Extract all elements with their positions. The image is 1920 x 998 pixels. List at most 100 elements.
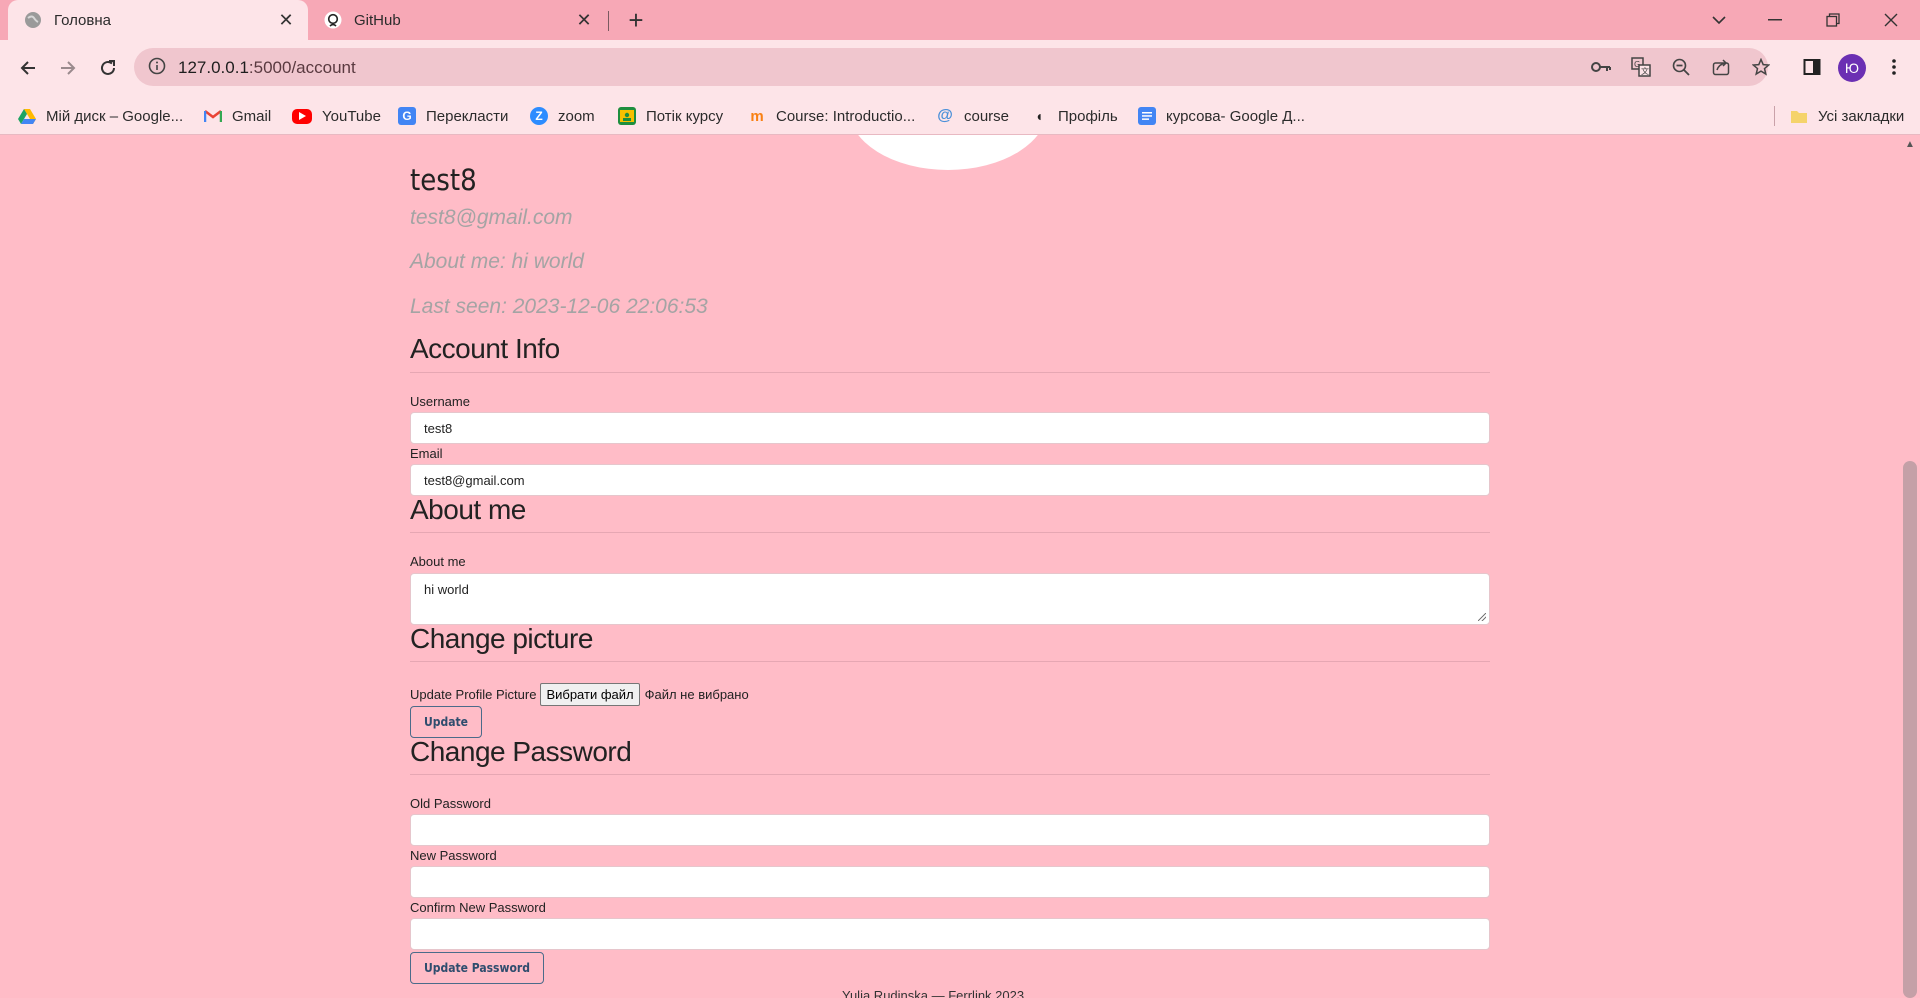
forward-arrow-icon[interactable] xyxy=(52,52,84,84)
about-me-heading: About me xyxy=(410,494,526,525)
info-icon[interactable] xyxy=(148,57,166,75)
menu-dots-icon[interactable] xyxy=(1880,53,1908,81)
profile-icon: ◖ xyxy=(1034,108,1044,124)
reload-icon[interactable] xyxy=(92,52,124,84)
gmail-icon xyxy=(204,107,222,125)
bookmark-moodle[interactable]: m Course: Introductio... xyxy=(748,98,915,134)
change-picture-heading: Change picture xyxy=(410,623,593,654)
bookmark-zoom[interactable]: Zzoom xyxy=(530,98,595,134)
about-me-value: hi world xyxy=(424,582,469,597)
old-password-input[interactable] xyxy=(410,814,1490,846)
username-input[interactable]: test8 xyxy=(410,412,1490,444)
profile-picture xyxy=(848,135,1048,170)
change-password-heading: Change Password xyxy=(410,736,632,767)
close-window-button[interactable] xyxy=(1868,0,1914,40)
profile-avatar[interactable]: Ю xyxy=(1838,54,1866,82)
new-password-label: New Password xyxy=(410,848,497,863)
email-label: Email xyxy=(410,446,443,461)
about-me-label: About me xyxy=(410,554,466,569)
tab-title: Головна xyxy=(54,11,111,29)
file-upload-row: Update Profile Picture Вибрати файл Файл… xyxy=(410,683,749,706)
account-info-heading: Account Info xyxy=(410,333,560,364)
url-path: :5000/account xyxy=(248,58,356,77)
bookmarks-divider xyxy=(1774,106,1775,126)
bookmark-youtube[interactable]: YouTube xyxy=(292,98,381,134)
minimize-button[interactable] xyxy=(1752,0,1798,40)
address-bar[interactable]: 127.0.0.1:5000/account G文 xyxy=(134,48,1770,86)
profile-about: About me: hi world xyxy=(410,250,584,273)
bookmark-label: course xyxy=(964,107,1010,125)
globe-icon xyxy=(24,11,42,29)
google-drive-icon xyxy=(18,107,36,125)
bookmark-label: курсова- Google Д... xyxy=(1166,107,1305,125)
zoom-icon: Z xyxy=(530,107,548,125)
username-label: Username xyxy=(410,394,470,409)
key-icon[interactable] xyxy=(1590,56,1612,78)
bookmark-label: Мій диск – Google... xyxy=(46,107,184,125)
new-tab-button[interactable]: + xyxy=(620,7,652,35)
zoom-out-icon[interactable] xyxy=(1670,56,1692,78)
share-icon[interactable] xyxy=(1710,56,1732,78)
bookmark-google-docs[interactable]: курсова- Google Д... xyxy=(1138,98,1305,134)
about-me-textarea[interactable]: hi world xyxy=(410,573,1490,625)
bookmark-star-icon[interactable] xyxy=(1750,56,1772,78)
profile-email: test8@gmail.com xyxy=(410,206,573,229)
email-input[interactable]: test8@gmail.com xyxy=(410,464,1490,496)
google-docs-icon xyxy=(1138,107,1156,125)
page-footer: Yulia Rudinska — Ferrlink 2023 xyxy=(842,988,1025,998)
page-viewport: test8 test8@gmail.com About me: hi world… xyxy=(0,135,1900,998)
bookmark-google-drive[interactable]: Мій диск – Google... xyxy=(18,98,183,134)
choose-file-button[interactable]: Вибрати файл xyxy=(540,683,640,706)
profile-last-seen: Last seen: 2023-12-06 22:06:53 xyxy=(410,295,708,318)
url-host: 127.0.0.1 xyxy=(178,58,249,77)
tab-title: GitHub xyxy=(354,11,401,29)
folder-icon xyxy=(1790,107,1808,125)
bookmark-label: Перекласти xyxy=(426,107,509,125)
scrollbar-thumb[interactable] xyxy=(1903,461,1917,998)
update-password-button[interactable]: Update Password xyxy=(410,952,544,984)
bookmark-label: Course: Introductio... xyxy=(776,107,916,125)
all-bookmarks[interactable]: Усі закладки xyxy=(1790,98,1904,134)
all-bookmarks-label: Усі закладки xyxy=(1818,107,1905,125)
old-password-label: Old Password xyxy=(410,796,491,811)
close-icon[interactable]: ✕ xyxy=(572,8,596,32)
course-icon: @ xyxy=(937,107,953,124)
bookmark-label: Gmail xyxy=(232,107,272,125)
translate-icon: G xyxy=(398,107,416,125)
github-icon xyxy=(324,11,342,29)
back-arrow-icon[interactable] xyxy=(12,52,44,84)
classroom-icon xyxy=(618,107,636,125)
bookmarks-bar: Мій диск – Google... Gmail YouTube G Пере… xyxy=(0,98,1920,135)
bookmark-gmail[interactable]: Gmail xyxy=(204,98,271,134)
side-panel-icon[interactable] xyxy=(1798,53,1826,81)
bookmark-label: Профіль xyxy=(1058,107,1118,125)
tab-search-icon[interactable] xyxy=(1696,0,1742,40)
bookmark-translate[interactable]: G Перекласти xyxy=(398,98,508,134)
profile-username: test8 xyxy=(410,163,477,197)
tab-home[interactable]: Головна ✕ xyxy=(8,0,308,40)
bookmark-classroom[interactable]: Потік курсу xyxy=(618,98,723,134)
confirm-password-input[interactable] xyxy=(410,918,1490,950)
tab-divider xyxy=(608,11,609,31)
divider xyxy=(410,532,1490,533)
moodle-icon: m xyxy=(750,107,764,125)
bookmark-course[interactable]: @ course xyxy=(936,98,1009,134)
new-password-input[interactable] xyxy=(410,866,1490,898)
close-icon[interactable]: ✕ xyxy=(274,8,298,32)
svg-text:文: 文 xyxy=(1641,66,1649,76)
update-picture-button[interactable]: Update xyxy=(410,706,482,738)
scroll-up-icon[interactable]: ▲ xyxy=(1905,139,1915,150)
no-file-text: Файл не вибрано xyxy=(644,687,749,702)
url-text: 127.0.0.1:5000/account xyxy=(178,58,356,78)
restore-button[interactable] xyxy=(1810,0,1856,40)
tab-strip: Головна ✕ GitHub ✕ + xyxy=(0,0,1920,40)
confirm-password-label: Confirm New Password xyxy=(410,900,546,915)
tab-github[interactable]: GitHub ✕ xyxy=(308,0,606,40)
youtube-icon xyxy=(292,108,312,124)
divider xyxy=(410,661,1490,662)
page-scrollbar[interactable]: ▲ xyxy=(1900,135,1920,998)
browser-toolbar: 127.0.0.1:5000/account G文 Ю xyxy=(0,40,1920,98)
bookmark-profile[interactable]: ◖ Профіль xyxy=(1030,98,1118,134)
resize-handle-icon[interactable] xyxy=(1478,613,1486,621)
translate-icon[interactable]: G文 xyxy=(1630,56,1652,78)
